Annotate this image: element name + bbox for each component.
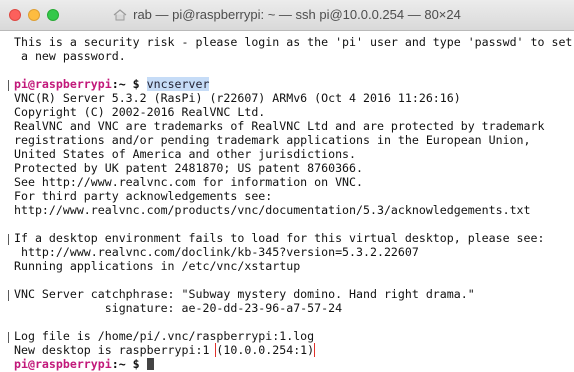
output-line: Running applications in /etc/vnc/xstartu… bbox=[14, 259, 301, 273]
output-line: RealVNC and VNC are trademarks of RealVN… bbox=[14, 119, 545, 133]
command-line: pi@raspberrypi:~ $ vncserver bbox=[14, 77, 574, 91]
output-line: Copyright (C) 2002-2016 RealVNC Ltd. bbox=[14, 105, 266, 119]
command-mark bbox=[8, 290, 9, 301]
title-bar: rab — pi@raspberrypi: ~ — ssh pi@10.0.0.… bbox=[0, 0, 574, 31]
desktop-address-highlight: (10.0.0.254:1) bbox=[215, 343, 316, 357]
output-line: signature: ae-20-dd-23-96-a7-57-24 bbox=[14, 301, 343, 315]
new-desktop-text: New desktop is raspberrypi:1 bbox=[14, 343, 217, 357]
text-cursor bbox=[146, 358, 154, 370]
output-line: http://www.realvnc.com/products/vnc/docu… bbox=[14, 203, 531, 217]
home-icon bbox=[113, 2, 127, 32]
current-prompt-line: pi@raspberrypi:~ $ bbox=[14, 357, 574, 371]
output-line: VNC(R) Server 5.3.2 (RasPi) (r22607) ARM… bbox=[14, 91, 461, 105]
output-line: Log file is /home/pi/.vnc/raspberrypi:1.… bbox=[14, 329, 315, 343]
command-mark bbox=[8, 332, 9, 343]
output-line: This is a security risk - please login a… bbox=[14, 35, 573, 49]
new-desktop-line: New desktop is raspberrypi:1 (10.0.0.254… bbox=[14, 343, 574, 357]
output-line: If a desktop environment fails to load f… bbox=[14, 231, 545, 245]
command-text: vncserver bbox=[146, 77, 210, 91]
output-line: registrations and/or pending trademark a… bbox=[14, 133, 531, 147]
output-line: http://www.realvnc.com/doclink/kb-345?ve… bbox=[14, 245, 419, 259]
prompt-user: pi@raspberrypi bbox=[14, 357, 112, 371]
output-line: United States of America and other juris… bbox=[14, 147, 357, 161]
terminal-output[interactable]: This is a security risk - please login a… bbox=[0, 31, 574, 372]
window-title: rab — pi@raspberrypi: ~ — ssh pi@10.0.0.… bbox=[133, 7, 461, 22]
output-line: a new password. bbox=[14, 49, 126, 63]
output-line: Protected by UK patent 2481870; US paten… bbox=[14, 161, 364, 175]
window-title-area: rab — pi@raspberrypi: ~ — ssh pi@10.0.0.… bbox=[0, 0, 574, 30]
output-line: For third party acknowledgements see: bbox=[14, 189, 273, 203]
output-line: VNC Server catchphrase: "Subway mystery … bbox=[14, 287, 475, 301]
prompt-separator: :~ $ bbox=[111, 77, 147, 91]
terminal-window: rab — pi@raspberrypi: ~ — ssh pi@10.0.0.… bbox=[0, 0, 574, 372]
output-line: See http://www.realvnc.com for informati… bbox=[14, 175, 364, 189]
prompt-separator: :~ $ bbox=[111, 357, 147, 371]
prompt-user: pi@raspberrypi bbox=[14, 77, 112, 91]
command-mark bbox=[8, 234, 9, 245]
command-mark bbox=[8, 80, 9, 91]
